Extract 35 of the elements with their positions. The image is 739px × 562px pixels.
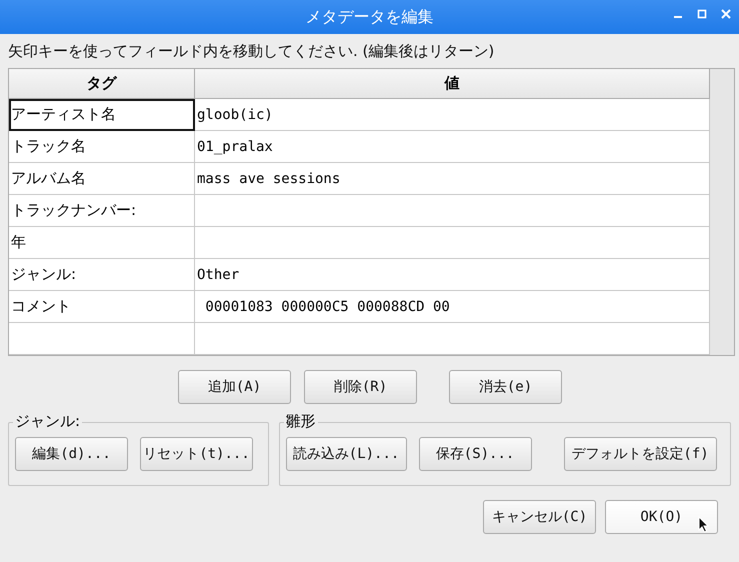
table-cell[interactable]: 01_pralax — [195, 131, 710, 163]
table-cell[interactable]: 年 — [9, 227, 195, 259]
table-cell[interactable]: トラックナンバー: — [9, 195, 195, 227]
action-button[interactable]: 削除(R) — [304, 370, 417, 404]
close-icon[interactable] — [721, 9, 731, 19]
group-label: ジャンル: — [13, 412, 82, 431]
table-cell[interactable]: mass ave sessions — [195, 163, 710, 195]
template-button[interactable]: 保存(S)... — [418, 437, 532, 471]
table-cell[interactable] — [195, 195, 710, 227]
action-button[interactable]: 追加(A) — [178, 370, 291, 404]
table-cell[interactable]: Other — [195, 259, 710, 291]
table-cell[interactable] — [195, 227, 710, 259]
template-button[interactable]: デフォルトを設定(f) — [564, 437, 717, 471]
column-header[interactable]: 値 — [195, 69, 710, 99]
cursor-icon — [698, 516, 709, 533]
instruction-text: 矢印キーを使ってフィールド内を移動してください. (編集後はリターン) — [8, 41, 496, 62]
table-cell[interactable]: gloob(ic) — [195, 99, 710, 131]
table-cell[interactable] — [195, 323, 710, 355]
table-cell[interactable]: トラック名 — [9, 131, 195, 163]
table-cell[interactable]: 00001083 000000C5 000088CD 00 — [195, 291, 710, 323]
ok-button[interactable]: OK(O) — [605, 500, 718, 534]
cancel-button[interactable]: キャンセル(C) — [483, 500, 596, 534]
action-button[interactable]: 消去(e) — [449, 370, 562, 404]
table-cell[interactable]: アルバム名 — [9, 163, 195, 195]
window-title: メタデータを編集 — [306, 6, 434, 28]
template-button[interactable]: 読み込み(L)... — [286, 437, 407, 471]
table-cell[interactable] — [9, 323, 195, 355]
table-cell[interactable]: コメント — [9, 291, 195, 323]
maximize-icon[interactable] — [697, 9, 707, 19]
table-cell[interactable]: ジャンル: — [9, 259, 195, 291]
genre-button[interactable]: リセット(t)... — [140, 437, 253, 471]
group-label: 雛形 — [284, 412, 318, 431]
column-header[interactable]: タグ — [9, 69, 195, 99]
table-cell[interactable]: アーティスト名 — [9, 99, 195, 131]
genre-button[interactable]: 編集(d)... — [15, 437, 128, 471]
